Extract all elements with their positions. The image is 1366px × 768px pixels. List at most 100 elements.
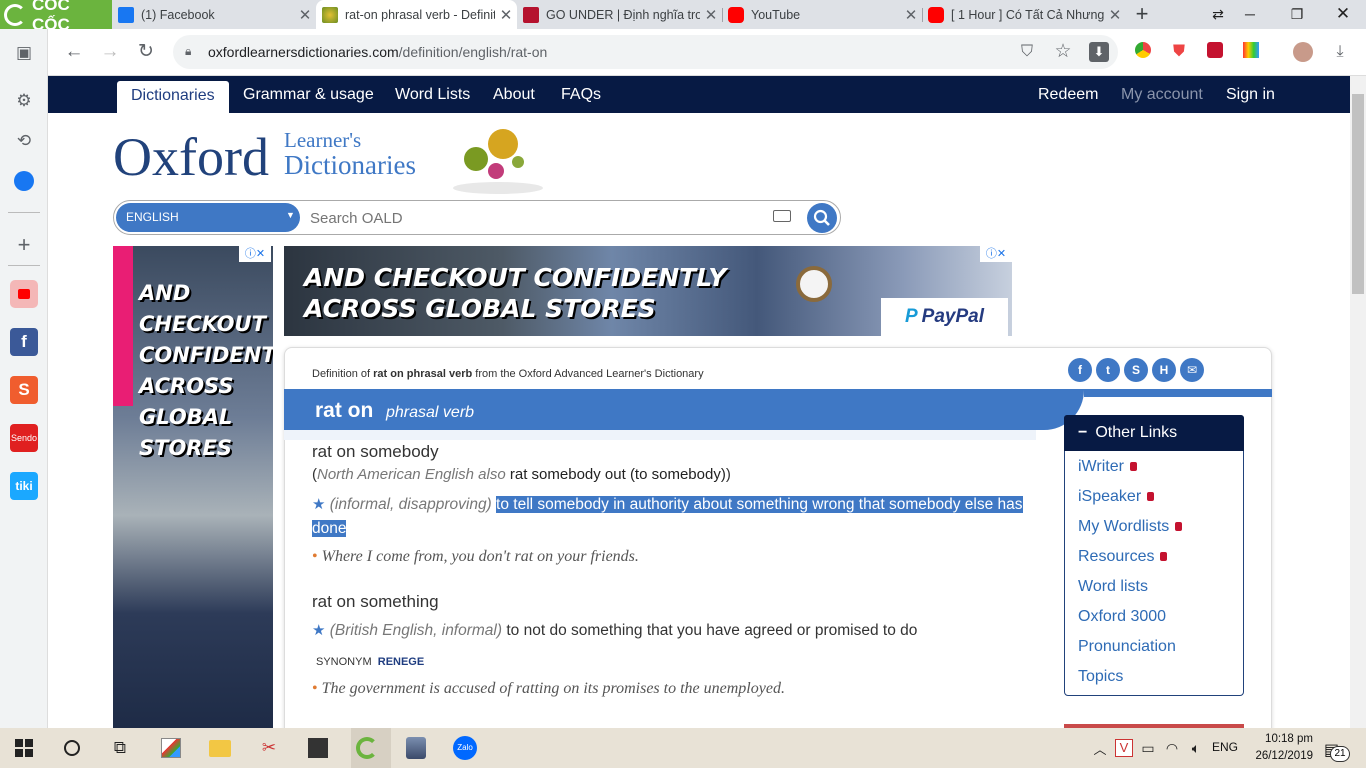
tab-title: [ 1 Hour ] Có Tất Cả Nhưng <box>951 7 1104 22</box>
back-arrow-icon[interactable]: ← <box>63 41 85 63</box>
game-icon[interactable] <box>402 734 430 762</box>
downloads-icon[interactable]: ⤓ <box>1330 42 1350 62</box>
search-button[interactable] <box>807 203 837 233</box>
volume-icon[interactable]: 🔈︎ <box>1182 734 1210 762</box>
windows-start-icon[interactable] <box>10 734 38 762</box>
shopee-shortcut-icon[interactable]: S <box>8 374 40 406</box>
tab-youtube[interactable]: YouTube ✕ <box>722 0 922 29</box>
download-video-icon[interactable]: ⬇ <box>1089 42 1109 62</box>
minimize-button[interactable]: ─ <box>1230 0 1270 29</box>
headword-banner-right <box>1084 389 1272 397</box>
coccoc-browser-icon[interactable] <box>353 734 381 762</box>
lock-icon <box>1175 522 1183 531</box>
nav-about[interactable]: About <box>493 76 535 113</box>
snipping-tool-icon[interactable]: ✂ <box>255 734 283 762</box>
extension-red-icon[interactable] <box>1205 42 1225 62</box>
twitter-share-icon[interactable]: t <box>1096 358 1120 382</box>
facebook-shortcut-icon[interactable]: f <box>8 326 40 358</box>
close-window-button[interactable]: ✕ <box>1323 0 1363 29</box>
reload-icon[interactable]: ↻ <box>135 41 157 63</box>
scrollbar-thumb[interactable] <box>1352 94 1364 294</box>
tab-oxford[interactable]: rat-on phrasal verb - Definiti ✕ <box>316 0 517 29</box>
synonym-link[interactable]: RENEGE <box>378 656 424 668</box>
ad-banner-vertical[interactable]: ANDCHECKOUTCONFIDENTLYACROSSGLOBALSTORES… <box>113 246 273 728</box>
tab-youtube-music[interactable]: [ 1 Hour ] Có Tất Cả Nhưng ✕ <box>922 0 1126 29</box>
profile-avatar[interactable] <box>1293 42 1313 62</box>
page-viewport: Dictionaries Grammar & usage Word Lists … <box>48 76 1350 728</box>
chrome-extension-icon[interactable] <box>1133 42 1153 62</box>
close-icon[interactable]: ✕ <box>495 6 517 24</box>
tab-title: YouTube <box>751 7 801 22</box>
other-link-iwriter[interactable]: iWriter <box>1078 458 1137 476</box>
paint-icon[interactable] <box>157 734 185 762</box>
shield-icon[interactable]: ⛉ <box>1017 42 1037 62</box>
sendo-shortcut-icon[interactable]: Sendo <box>8 422 40 454</box>
other-link-oxford-3000[interactable]: Oxford 3000 <box>1078 608 1166 626</box>
notification-count-badge: 21 <box>1330 746 1350 762</box>
nav-my-account[interactable]: My account <box>1121 76 1203 113</box>
bookmark-star-icon[interactable]: ☆ <box>1053 42 1073 62</box>
other-links-header[interactable]: − Other Links <box>1064 415 1244 451</box>
stumbleupon-share-icon[interactable]: S <box>1124 358 1148 382</box>
tab-cambridge[interactable]: GO UNDER | Định nghĩa tro ✕ <box>517 0 722 29</box>
sticky-notes-icon[interactable] <box>304 734 332 762</box>
nav-dictionaries[interactable]: Dictionaries <box>117 81 229 113</box>
adblock-shield-icon[interactable]: ⛊ <box>1169 42 1189 62</box>
sidebar-toggle-icon[interactable]: ▣ <box>8 37 40 69</box>
settings-gear-icon[interactable]: ⚙ <box>8 85 40 117</box>
other-link-ispeaker[interactable]: iSpeaker <box>1078 488 1155 506</box>
nav-redeem[interactable]: Redeem <box>1038 76 1098 113</box>
collapse-minus-icon: − <box>1078 424 1088 441</box>
nav-grammar-usage[interactable]: Grammar & usage <box>243 76 374 113</box>
close-icon[interactable]: ✕ <box>700 6 722 24</box>
other-link-word-lists[interactable]: Word lists <box>1078 578 1148 596</box>
tab-facebook[interactable]: (1) Facebook ✕ <box>112 0 316 29</box>
other-link-my-wordlists[interactable]: My Wordlists <box>1078 518 1183 536</box>
phrasal-verb-sense-2: rat on something <box>312 592 439 611</box>
keyboard-icon[interactable] <box>773 210 791 222</box>
search-circle-icon[interactable] <box>58 734 86 762</box>
maximize-button[interactable]: ❐ <box>1277 0 1317 29</box>
close-icon[interactable]: ✕ <box>900 6 922 24</box>
lock-icon[interactable]: 🔒︎ <box>185 44 191 59</box>
forward-arrow-icon[interactable]: → <box>99 41 121 63</box>
other-link-topics[interactable]: Topics <box>1078 668 1123 686</box>
add-shortcut-icon[interactable]: + <box>8 229 40 261</box>
ad-banner-horizontal[interactable]: AND CHECKOUT CONFIDENTLY ACROSS GLOBAL ST… <box>284 246 1012 336</box>
input-language-indicator[interactable]: ENG <box>1212 740 1238 754</box>
close-icon[interactable]: ✕ <box>1104 6 1126 24</box>
messenger-icon[interactable] <box>8 165 40 197</box>
other-link-resources[interactable]: Resources <box>1078 548 1168 566</box>
nav-sign-in[interactable]: Sign in <box>1226 76 1275 113</box>
close-icon[interactable]: ✕ <box>294 6 316 24</box>
email-share-icon[interactable]: ✉ <box>1180 358 1204 382</box>
search-input[interactable] <box>310 206 760 230</box>
facebook-share-icon[interactable]: f <box>1068 358 1092 382</box>
ad-text: AND CHECKOUT CONFIDENTLY ACROSS GLOBAL ST… <box>304 263 727 323</box>
browser-menu-button[interactable]: CỐC CỐC <box>0 0 112 34</box>
nav-faqs[interactable]: FAQs <box>561 76 601 113</box>
ad-accent-strip <box>113 246 133 406</box>
new-tab-button[interactable]: + <box>1131 2 1153 26</box>
nav-word-lists[interactable]: Word Lists <box>395 76 470 113</box>
oxford-logo-text[interactable]: Oxford <box>113 126 269 188</box>
clock-date[interactable]: 26/12/2019 <box>1251 750 1313 762</box>
youtube-shortcut-icon[interactable] <box>8 278 40 310</box>
digg-share-icon[interactable]: H <box>1152 358 1176 382</box>
extension-colors-icon[interactable] <box>1241 42 1261 62</box>
ad-choices-close-icon[interactable]: ⓘ✕ <box>239 246 271 262</box>
dictionary-language-select[interactable]: ENGLISH <box>116 203 300 232</box>
tiki-shortcut-icon[interactable]: tiki <box>8 470 40 502</box>
example-2: • The government is accused of ratting o… <box>312 680 785 697</box>
sidebar-divider <box>8 265 40 266</box>
file-explorer-icon[interactable] <box>206 734 234 762</box>
url-text[interactable]: oxfordlearnersdictionaries.com/definitio… <box>208 44 547 60</box>
url-domain: oxfordlearnersdictionaries.com <box>208 44 399 60</box>
task-view-icon[interactable]: ⧉ <box>106 734 134 762</box>
other-link-pronunciation[interactable]: Pronunciation <box>1078 638 1176 656</box>
history-icon[interactable]: ⟲ <box>8 125 40 157</box>
zalo-icon[interactable]: Zalo <box>451 734 479 762</box>
clock-time[interactable]: 10:18 pm <box>1251 733 1313 745</box>
ad-choices-close-icon[interactable]: ⓘ✕ <box>980 246 1012 262</box>
variant-line: (North American English also rat somebod… <box>312 466 731 483</box>
